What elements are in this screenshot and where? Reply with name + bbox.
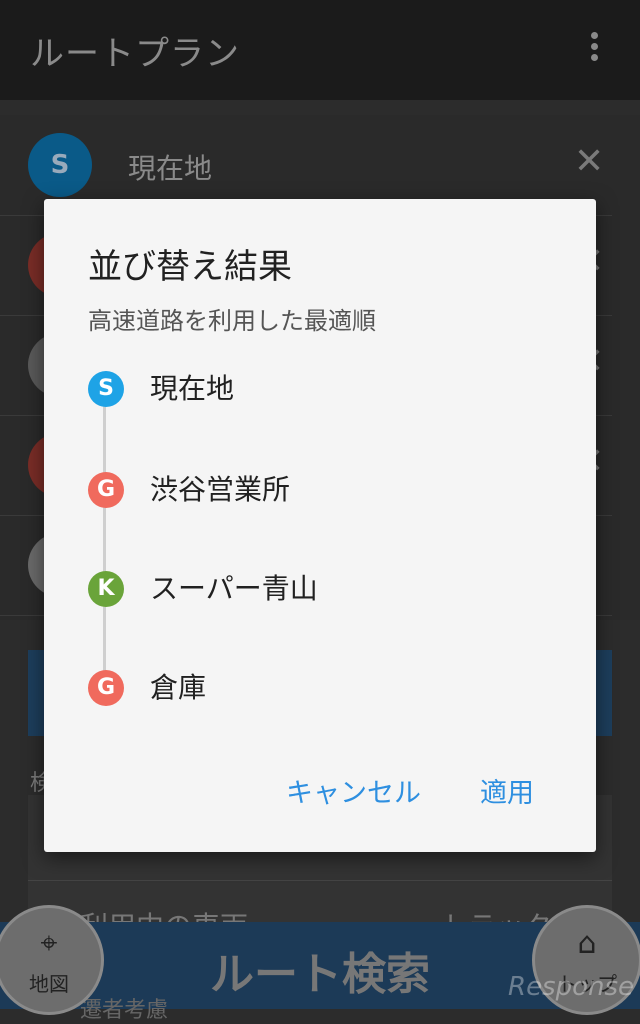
divider <box>28 880 612 881</box>
dialog-subtitle: 高速道路を利用した最適順 <box>88 307 376 335</box>
overflow-menu-icon[interactable] <box>580 30 608 70</box>
app-title: ルートプラン <box>30 34 240 74</box>
stop-badge-start: S <box>88 371 124 407</box>
stop-badge: S <box>28 133 92 197</box>
stop-name: 現在地 <box>128 152 213 185</box>
sort-result-dialog: 並び替え結果 高速道路を利用した最適順 S 現在地 G 渋谷営業所 K スーパー… <box>44 199 596 852</box>
map-button-label: 地図 <box>29 972 69 996</box>
stop-name: 現在地 <box>150 372 235 405</box>
remove-icon[interactable]: ✕ <box>574 141 604 182</box>
result-stop: G 倉庫 <box>88 670 568 710</box>
timeline-line <box>103 389 106 689</box>
cancel-button[interactable]: キャンセル <box>286 771 421 810</box>
stop-badge-goal: G <box>88 472 124 508</box>
stop-name: 渋谷営業所 <box>150 473 291 506</box>
home-icon: ⌂ <box>577 926 597 961</box>
stop-badge-goal: G <box>88 670 124 706</box>
result-stop: G 渋谷営業所 <box>88 472 568 512</box>
result-stop: K スーパー青山 <box>88 571 568 611</box>
result-stop: S 現在地 <box>88 371 568 411</box>
dialog-title: 並び替え結果 <box>88 247 292 287</box>
app-bar: ルートプラン <box>0 0 640 100</box>
stop-badge-waypoint: K <box>88 571 124 607</box>
watermark-logo: Response <box>508 972 635 1002</box>
map-pin-icon: ⌖ <box>40 926 58 961</box>
apply-button[interactable]: 適用 <box>480 771 534 810</box>
stop-name: 倉庫 <box>150 671 207 704</box>
stop-name: スーパー青山 <box>150 572 318 605</box>
